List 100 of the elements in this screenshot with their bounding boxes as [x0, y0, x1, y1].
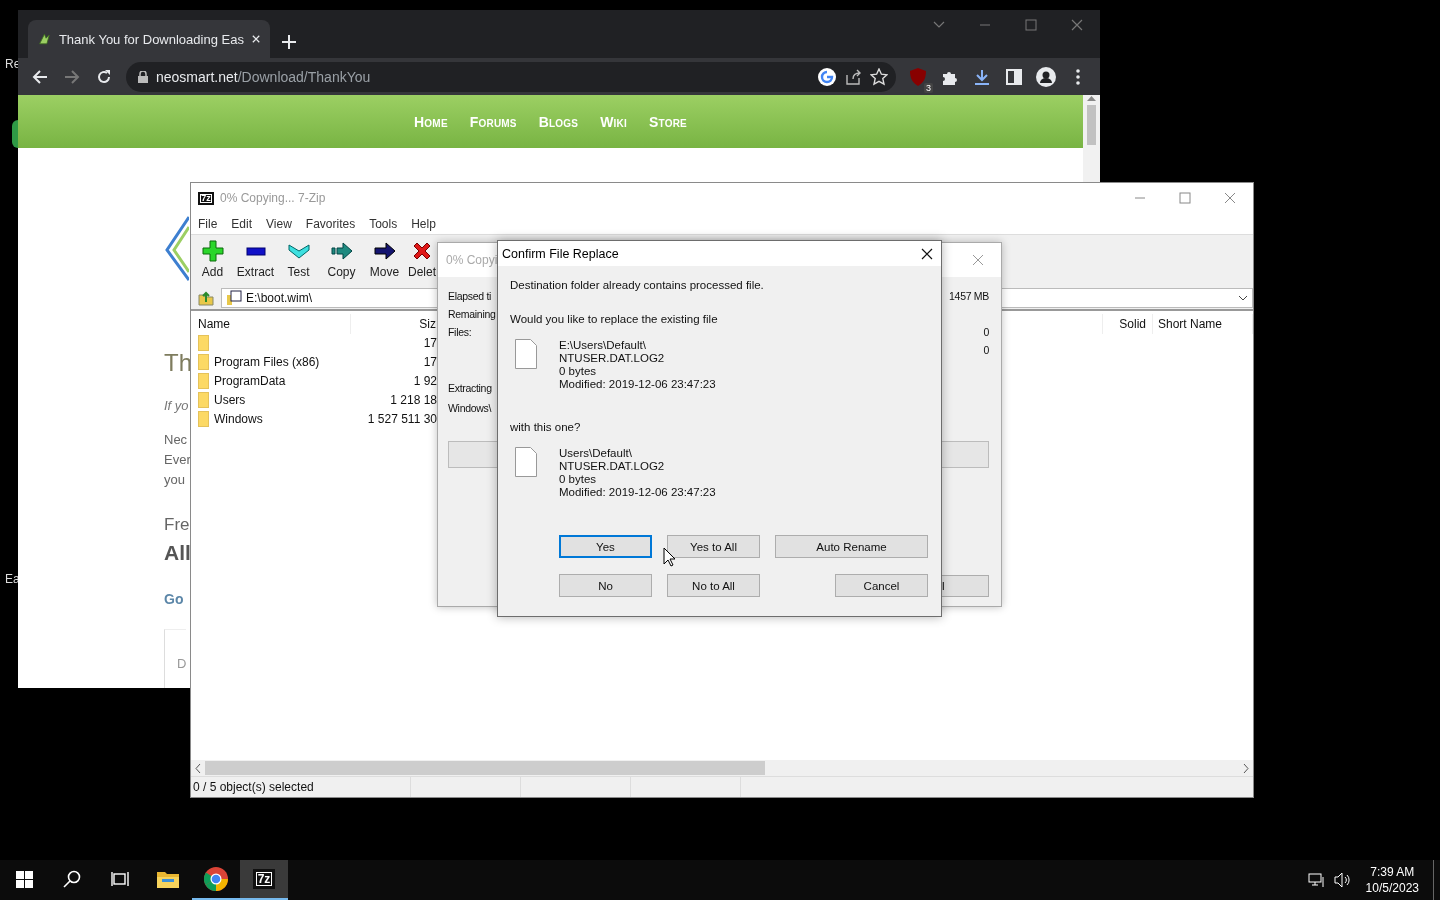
status-text: 0 / 5 object(s) selected — [191, 777, 411, 797]
file-detail: Modified: 2019-12-06 23:47:23 — [559, 486, 716, 499]
reload-icon[interactable] — [96, 68, 112, 85]
file-name-cell[interactable]: Program Files (x86) — [191, 352, 351, 371]
profile-icon[interactable] — [1036, 66, 1056, 87]
plus-icon[interactable] — [282, 35, 296, 49]
progress-value: 1457 MB — [949, 290, 989, 302]
column-header[interactable]: Short Name — [1153, 314, 1253, 334]
size-cell-text: 17 — [422, 334, 438, 352]
clock[interactable]: 7:39 AM 10/5/2023 — [1359, 864, 1425, 896]
scroll-right-icon[interactable] — [1243, 763, 1249, 773]
toolbar-button[interactable]: Move — [363, 240, 406, 279]
file-detail: E:\Users\Default\ — [559, 339, 647, 352]
page-link[interactable]: Go — [164, 590, 184, 608]
cursor-icon — [663, 547, 676, 567]
file-detail: NTUSER.DAT.LOG2 — [559, 352, 666, 365]
address-bar[interactable]: neosmart.net/Download/ThankYou — [126, 61, 896, 92]
browser-tab[interactable]: Thank You for Downloading Eas — [28, 20, 270, 58]
progress-value: 0 — [983, 344, 989, 356]
network-icon[interactable] — [1307, 872, 1326, 888]
progress-label: Elapsed ti — [448, 290, 492, 302]
arrow-icon — [373, 240, 396, 262]
menu-item[interactable]: Tools — [369, 216, 398, 231]
app-icon: 7z — [198, 191, 214, 205]
folder-icon — [198, 353, 209, 370]
side-panel-icon[interactable] — [1006, 68, 1022, 85]
page-text: If yo — [164, 398, 189, 414]
windows-icon — [15, 870, 33, 888]
x-icon — [411, 240, 433, 262]
menu-item[interactable]: Help — [411, 216, 436, 231]
column-header[interactable]: Name — [191, 314, 351, 334]
dialog-message: Destination folder already contains processed file. — [510, 278, 765, 292]
progress-action: Extracting — [448, 382, 492, 394]
menu-icon[interactable] — [1076, 68, 1080, 85]
column-header[interactable]: Solid — [1103, 314, 1153, 334]
arrow-icon — [330, 240, 353, 262]
folder-icon — [198, 410, 209, 427]
file-detail: Users\Default\ — [559, 447, 633, 460]
desktop-icon[interactable] — [12, 120, 18, 148]
dialog-question: Would you like to replace the existing file — [510, 312, 719, 326]
page-text: you — [164, 471, 185, 489]
size-cell-text: 1 92 — [412, 372, 438, 390]
file-name-cell[interactable]: ProgramData — [191, 371, 351, 390]
menu-item[interactable]: Edit — [231, 216, 253, 231]
dialog-button[interactable]: Cancel — [835, 574, 928, 597]
toolbar-button[interactable]: Delet — [408, 240, 436, 279]
dialog-button[interactable]: l — [939, 575, 989, 597]
page-heading: All — [164, 540, 191, 566]
dialog-button[interactable]: No — [559, 574, 652, 597]
file-name-cell[interactable]: Users — [191, 390, 351, 409]
folder-icon — [198, 391, 209, 408]
scroll-left-icon[interactable] — [195, 763, 201, 773]
file-detail: 0 bytes — [559, 473, 598, 486]
folder-icon — [157, 870, 179, 888]
plus-icon — [201, 240, 224, 262]
dialog-button[interactable]: Yes — [559, 535, 652, 558]
page-heading: Fre — [164, 514, 190, 536]
menu-item[interactable]: View — [266, 216, 292, 231]
browser-icon — [204, 867, 228, 891]
star-icon[interactable] — [870, 67, 888, 86]
toolbar-button[interactable]: Test — [277, 240, 320, 279]
share-icon[interactable] — [844, 67, 862, 86]
folder-up-icon[interactable] — [198, 290, 214, 306]
dialog-button[interactable]: Auto Rename — [775, 535, 928, 558]
dialog-title: 0% Copyi — [446, 253, 498, 267]
menu-item[interactable]: File — [198, 216, 218, 231]
current-file: Windows\ — [448, 402, 492, 414]
taskbar-button[interactable]: 7z — [240, 860, 288, 900]
back-icon[interactable] — [32, 68, 48, 85]
favicon-icon — [38, 31, 51, 47]
lock-icon — [138, 70, 148, 83]
dialog-question: with this one? — [510, 420, 582, 434]
toolbar-button[interactable]: Extract — [234, 240, 277, 279]
page-text: Nec — [164, 431, 188, 449]
toolbar-button[interactable]: Add — [191, 240, 234, 279]
file-detail: NTUSER.DAT.LOG2 — [559, 460, 666, 473]
google-icon[interactable] — [818, 67, 836, 86]
file-detail: 0 bytes — [559, 365, 598, 378]
progress-value: 0 — [983, 326, 989, 338]
search-icon — [63, 870, 81, 888]
menu-item[interactable]: Favorites — [305, 216, 356, 231]
scrollbar[interactable] — [191, 760, 1253, 776]
progress-label: Remaining — [448, 308, 496, 320]
download-icon[interactable] — [974, 68, 990, 85]
file-name-cell[interactable]: Windows — [191, 409, 351, 428]
progress-label: Files: — [448, 326, 472, 338]
size-cell-text: 17 — [422, 353, 438, 371]
volume-icon[interactable] — [1333, 872, 1352, 888]
dialog-button[interactable]: No to All — [667, 574, 760, 597]
file-detail: Modified: 2019-12-06 23:47:23 — [559, 378, 716, 391]
card-title: D — [164, 629, 187, 688]
dialog-button[interactable]: Yes to All — [667, 535, 760, 558]
forward-icon[interactable] — [64, 68, 80, 85]
window-title: 0% Copying... 7-Zip — [220, 191, 326, 205]
dropdown-icon[interactable] — [1238, 295, 1248, 301]
file-icon — [515, 447, 537, 477]
toolbar-button[interactable]: Copy — [320, 240, 363, 279]
task-view-icon — [111, 871, 129, 887]
close-icon[interactable] — [921, 247, 933, 260]
folder-icon — [198, 372, 209, 389]
